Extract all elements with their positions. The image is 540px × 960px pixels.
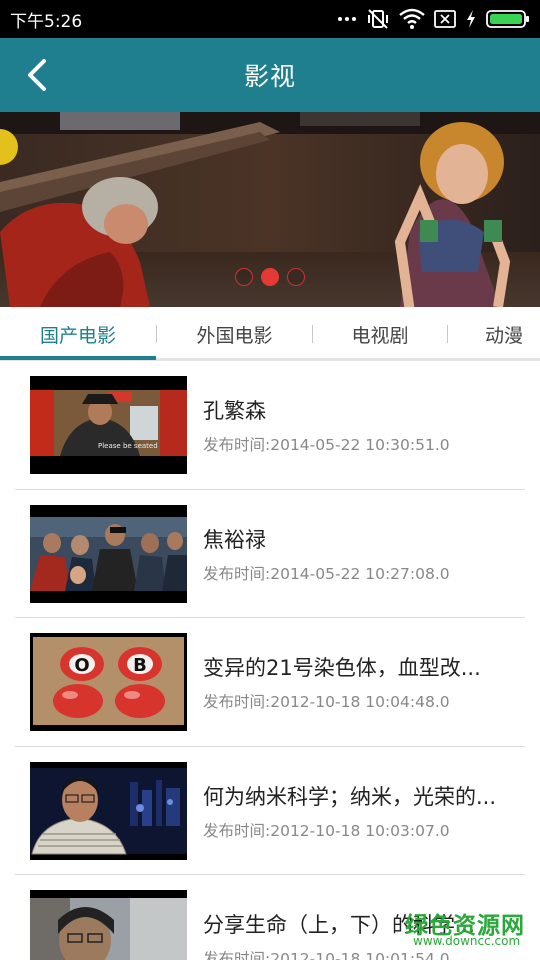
tab-tv-series[interactable]: 电视剧 — [313, 307, 447, 361]
tab-foreign-movies[interactable]: 外国电影 — [157, 307, 312, 361]
video-thumbnail: Please be seated — [30, 376, 187, 474]
publish-time: 发布时间:2012-10-18 10:03:07.0 — [203, 821, 450, 840]
publish-time: 发布时间:2012-10-18 10:04:48.0 — [203, 693, 450, 711]
sim-x-icon — [434, 10, 456, 28]
app-header: 影视 — [0, 38, 540, 112]
video-list: Please be seated 孔繁森 发布时间:2014-05-22 10:… — [0, 361, 540, 960]
banner-dot-3[interactable] — [287, 268, 305, 286]
list-item[interactable]: Please be seated 孔繁森 发布时间:2014-05-22 10:… — [0, 361, 540, 490]
thumb-letter-b: B — [133, 655, 147, 676]
more-dots-icon — [338, 17, 356, 21]
thumb-caption: Please be seated — [98, 442, 158, 450]
banner-dot-1[interactable] — [235, 268, 253, 286]
chevron-left-icon[interactable] — [20, 57, 56, 93]
publish-time: 发布时间:2014-05-22 10:30:51.0 — [203, 436, 450, 454]
video-title: 孔繁森 — [203, 399, 266, 423]
app-screen: 下午5:26 影视 国产电影 外国电影 电视剧 动漫 Please be sea… — [0, 0, 540, 960]
video-thumbnail — [30, 890, 187, 960]
video-title: 焦裕禄 — [203, 527, 266, 552]
publish-time: 发布时间:2014-05-22 10:27:08.0 — [203, 564, 450, 583]
vibrate-off-icon — [368, 9, 388, 29]
charging-bolt-icon — [467, 10, 475, 28]
tab-active-indicator — [0, 356, 156, 360]
status-icons — [337, 7, 530, 31]
page-title: 影视 — [243, 62, 296, 91]
banner-pagination — [0, 268, 540, 286]
status-time: 下午5:26 — [10, 11, 83, 32]
tab-anime[interactable]: 动漫 — [448, 307, 540, 361]
video-title: 变异的21号染色体，血型改... — [203, 656, 481, 680]
video-thumbnail — [30, 761, 187, 860]
battery-icon — [486, 10, 529, 28]
list-item[interactable]: 何为纳米科学；纳米，光荣的... 发布时间:2012-10-18 10:03:0… — [0, 747, 540, 875]
status-bar: 下午5:26 — [0, 0, 540, 38]
list-item[interactable]: 焦裕禄 发布时间:2014-05-22 10:27:08.0 — [0, 490, 540, 618]
site-watermark: 绿色资源网 www.downcc.com — [405, 906, 540, 960]
wifi-icon — [399, 8, 425, 29]
video-title: 何为纳米科学；纳米，光荣的... — [203, 784, 497, 809]
category-tabs: 国产电影 外国电影 电视剧 动漫 — [0, 307, 540, 361]
thumb-letter-o: O — [74, 655, 89, 676]
watermark-url: www.downcc.com — [413, 934, 521, 948]
banner-dot-2[interactable] — [261, 268, 279, 286]
video-thumbnail: O B — [30, 633, 187, 731]
list-item[interactable]: O B 变异的21号染色体，血型改... 发布时间:2012-10-18 10:… — [0, 618, 540, 747]
video-thumbnail — [30, 504, 187, 603]
tab-domestic-movies[interactable]: 国产电影 — [0, 307, 156, 361]
